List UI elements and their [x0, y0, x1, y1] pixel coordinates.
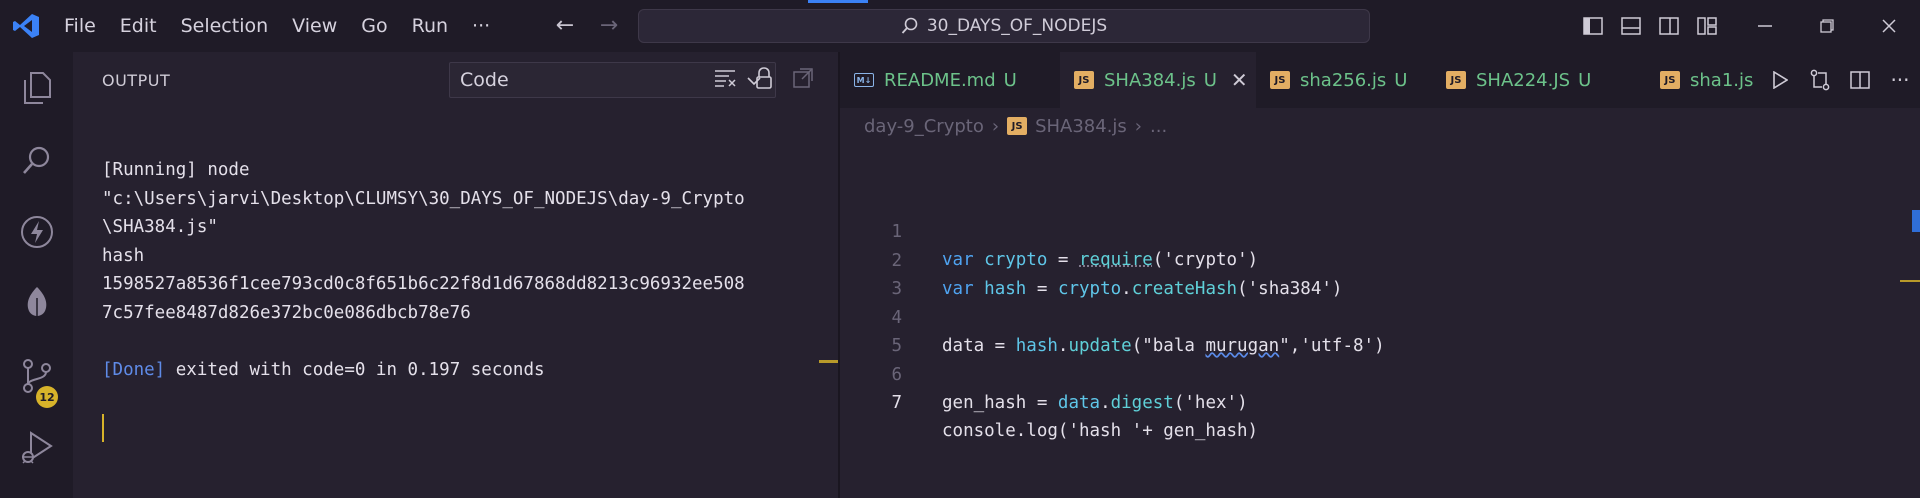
output-line: hash	[102, 245, 145, 266]
title-accent-bar	[808, 0, 868, 3]
tab-label: sha256.js	[1300, 69, 1387, 91]
tab-status: U	[1394, 69, 1408, 91]
output-panel: OUTPUT Code [Running] node "c:\Users\jarv…	[73, 52, 839, 498]
run-debug-icon[interactable]	[0, 412, 73, 484]
back-arrow-icon[interactable]: ←	[552, 13, 578, 38]
text-cursor	[102, 414, 104, 442]
line-number: 7	[891, 393, 902, 413]
menu-run[interactable]: Run	[400, 0, 460, 52]
javascript-file-icon: JS	[1270, 71, 1290, 89]
code-line: 2 var hash = crypto.createHash('sha384')	[840, 219, 1342, 299]
output-done-line: [Done] exited with code=0 in 0.197 secon…	[102, 356, 745, 385]
minimap-slider[interactable]	[1912, 210, 1920, 232]
markdown-file-icon: M↓	[854, 73, 874, 87]
output-line: 1598527a8536f1cee793cd0c8f651b6c22f8d1d6…	[102, 274, 745, 294]
menu-edit[interactable]: Edit	[108, 0, 169, 52]
editor-tabs: M↓ README.md U JS SHA384.js U ✕ JS sha25…	[840, 52, 1920, 108]
menu-view[interactable]: View	[280, 0, 349, 52]
editor-actions: ···	[1760, 52, 1920, 108]
minimize-icon[interactable]	[1734, 0, 1796, 52]
tab-status: U	[1578, 69, 1592, 91]
tab-label: README.md	[884, 69, 996, 91]
tab-label: sha1.js	[1690, 69, 1754, 91]
lock-scroll-icon[interactable]	[750, 64, 778, 92]
tab-sha256[interactable]: JS sha256.js U	[1256, 52, 1432, 108]
code-line-current: 7 console.log('hash '+ gen_hash)	[840, 361, 1258, 441]
lightning-icon[interactable]	[0, 196, 73, 268]
javascript-file-icon: JS	[1074, 71, 1094, 89]
output-line: 7c57fee8487d826e372bc0e086dbcb78e76	[102, 302, 471, 323]
done-text: exited with code=0 in 0.197 seconds	[165, 359, 545, 380]
more-actions-icon[interactable]: ···	[1880, 52, 1920, 108]
tab-sha384[interactable]: JS SHA384.js U ✕	[1060, 52, 1256, 108]
navigation-arrows: ← →	[552, 13, 622, 38]
leaf-icon[interactable]	[0, 268, 73, 340]
javascript-file-icon: JS	[1660, 71, 1680, 89]
toggle-secondary-sidebar-icon[interactable]	[1650, 0, 1688, 52]
breadcrumb: day-9_Crypto › JS SHA384.js › ...	[864, 112, 1167, 140]
code-line: 4 data = hash.update("bala murugan",'utf…	[840, 276, 1384, 356]
menu-bar: File Edit Selection View Go Run ···	[52, 0, 502, 52]
customize-layout-icon[interactable]	[1688, 0, 1726, 52]
close-window-icon[interactable]	[1858, 0, 1920, 52]
close-tab-icon[interactable]: ✕	[1231, 68, 1248, 92]
breadcrumb-file[interactable]: SHA384.js	[1035, 116, 1127, 137]
source-control-badge: 12	[36, 386, 58, 408]
done-tag: [Done]	[102, 359, 166, 380]
tab-label: SHA384.js	[1104, 69, 1196, 91]
code-line: 6 gen_hash = data.digest('hex')	[840, 333, 1247, 413]
javascript-file-icon: JS	[1007, 117, 1028, 135]
output-line: \SHA384.js"	[102, 217, 218, 237]
code-line: 1 var crypto = require('crypto')	[840, 190, 1258, 270]
output-panel-header: OUTPUT Code	[73, 52, 839, 108]
title-bar: File Edit Selection View Go Run ··· ← → …	[0, 0, 1920, 52]
clear-output-icon[interactable]	[711, 64, 739, 92]
open-in-editor-icon[interactable]	[789, 64, 817, 92]
code-line: 5	[840, 304, 903, 356]
panel-title: OUTPUT	[102, 71, 171, 90]
panel-scroll-indicator[interactable]	[819, 360, 839, 363]
vscode-logo-icon	[13, 14, 39, 38]
output-line: "c:\Users\jarvi\Desktop\CLUMSY\30_DAYS_O…	[102, 188, 745, 209]
menu-go[interactable]: Go	[349, 0, 399, 52]
split-editor-icon[interactable]	[1840, 52, 1880, 108]
compare-changes-icon[interactable]	[1800, 52, 1840, 108]
menu-selection[interactable]: Selection	[169, 0, 281, 52]
search-icon	[901, 17, 918, 34]
search-icon[interactable]	[0, 124, 73, 196]
activity-bar: 12	[0, 52, 73, 498]
toggle-panel-icon[interactable]	[1612, 0, 1650, 52]
tab-sha1[interactable]: JS sha1.js	[1646, 52, 1756, 108]
code-line: 3	[840, 247, 903, 299]
toggle-primary-sidebar-icon[interactable]	[1574, 0, 1612, 52]
menu-file[interactable]: File	[52, 0, 108, 52]
chevron-right-icon: ›	[1134, 115, 1142, 137]
breadcrumb-more[interactable]: ...	[1150, 116, 1167, 137]
editor-group: M↓ README.md U JS SHA384.js U ✕ JS sha25…	[840, 52, 1920, 498]
tab-label: SHA224.JS	[1476, 69, 1571, 91]
restore-icon[interactable]	[1796, 0, 1858, 52]
forward-arrow-icon[interactable]: →	[596, 13, 622, 38]
source-control-icon[interactable]: 12	[0, 340, 73, 412]
output-channel-value: Code	[460, 69, 509, 91]
javascript-file-icon: JS	[1446, 71, 1466, 89]
run-file-icon[interactable]	[1760, 52, 1800, 108]
explorer-icon[interactable]	[0, 52, 73, 124]
minimap-cursor-marker	[1900, 280, 1920, 282]
window-controls	[1574, 0, 1920, 52]
tab-status: U	[1003, 69, 1017, 91]
tab-status: U	[1203, 69, 1217, 91]
chevron-right-icon: ›	[991, 115, 1000, 137]
command-center-search[interactable]: 30_DAYS_OF_NODEJS	[638, 9, 1370, 43]
breadcrumb-folder[interactable]: day-9_Crypto	[864, 116, 984, 137]
tab-readme[interactable]: M↓ README.md U	[840, 52, 1060, 108]
menu-more[interactable]: ···	[460, 0, 502, 52]
tab-sha224[interactable]: JS SHA224.JS U	[1432, 52, 1646, 108]
search-text: 30_DAYS_OF_NODEJS	[926, 16, 1108, 36]
output-line: [Running] node	[102, 160, 250, 180]
output-log: [Running] node "c:\Users\jarvi\Desktop\CL…	[102, 156, 745, 384]
